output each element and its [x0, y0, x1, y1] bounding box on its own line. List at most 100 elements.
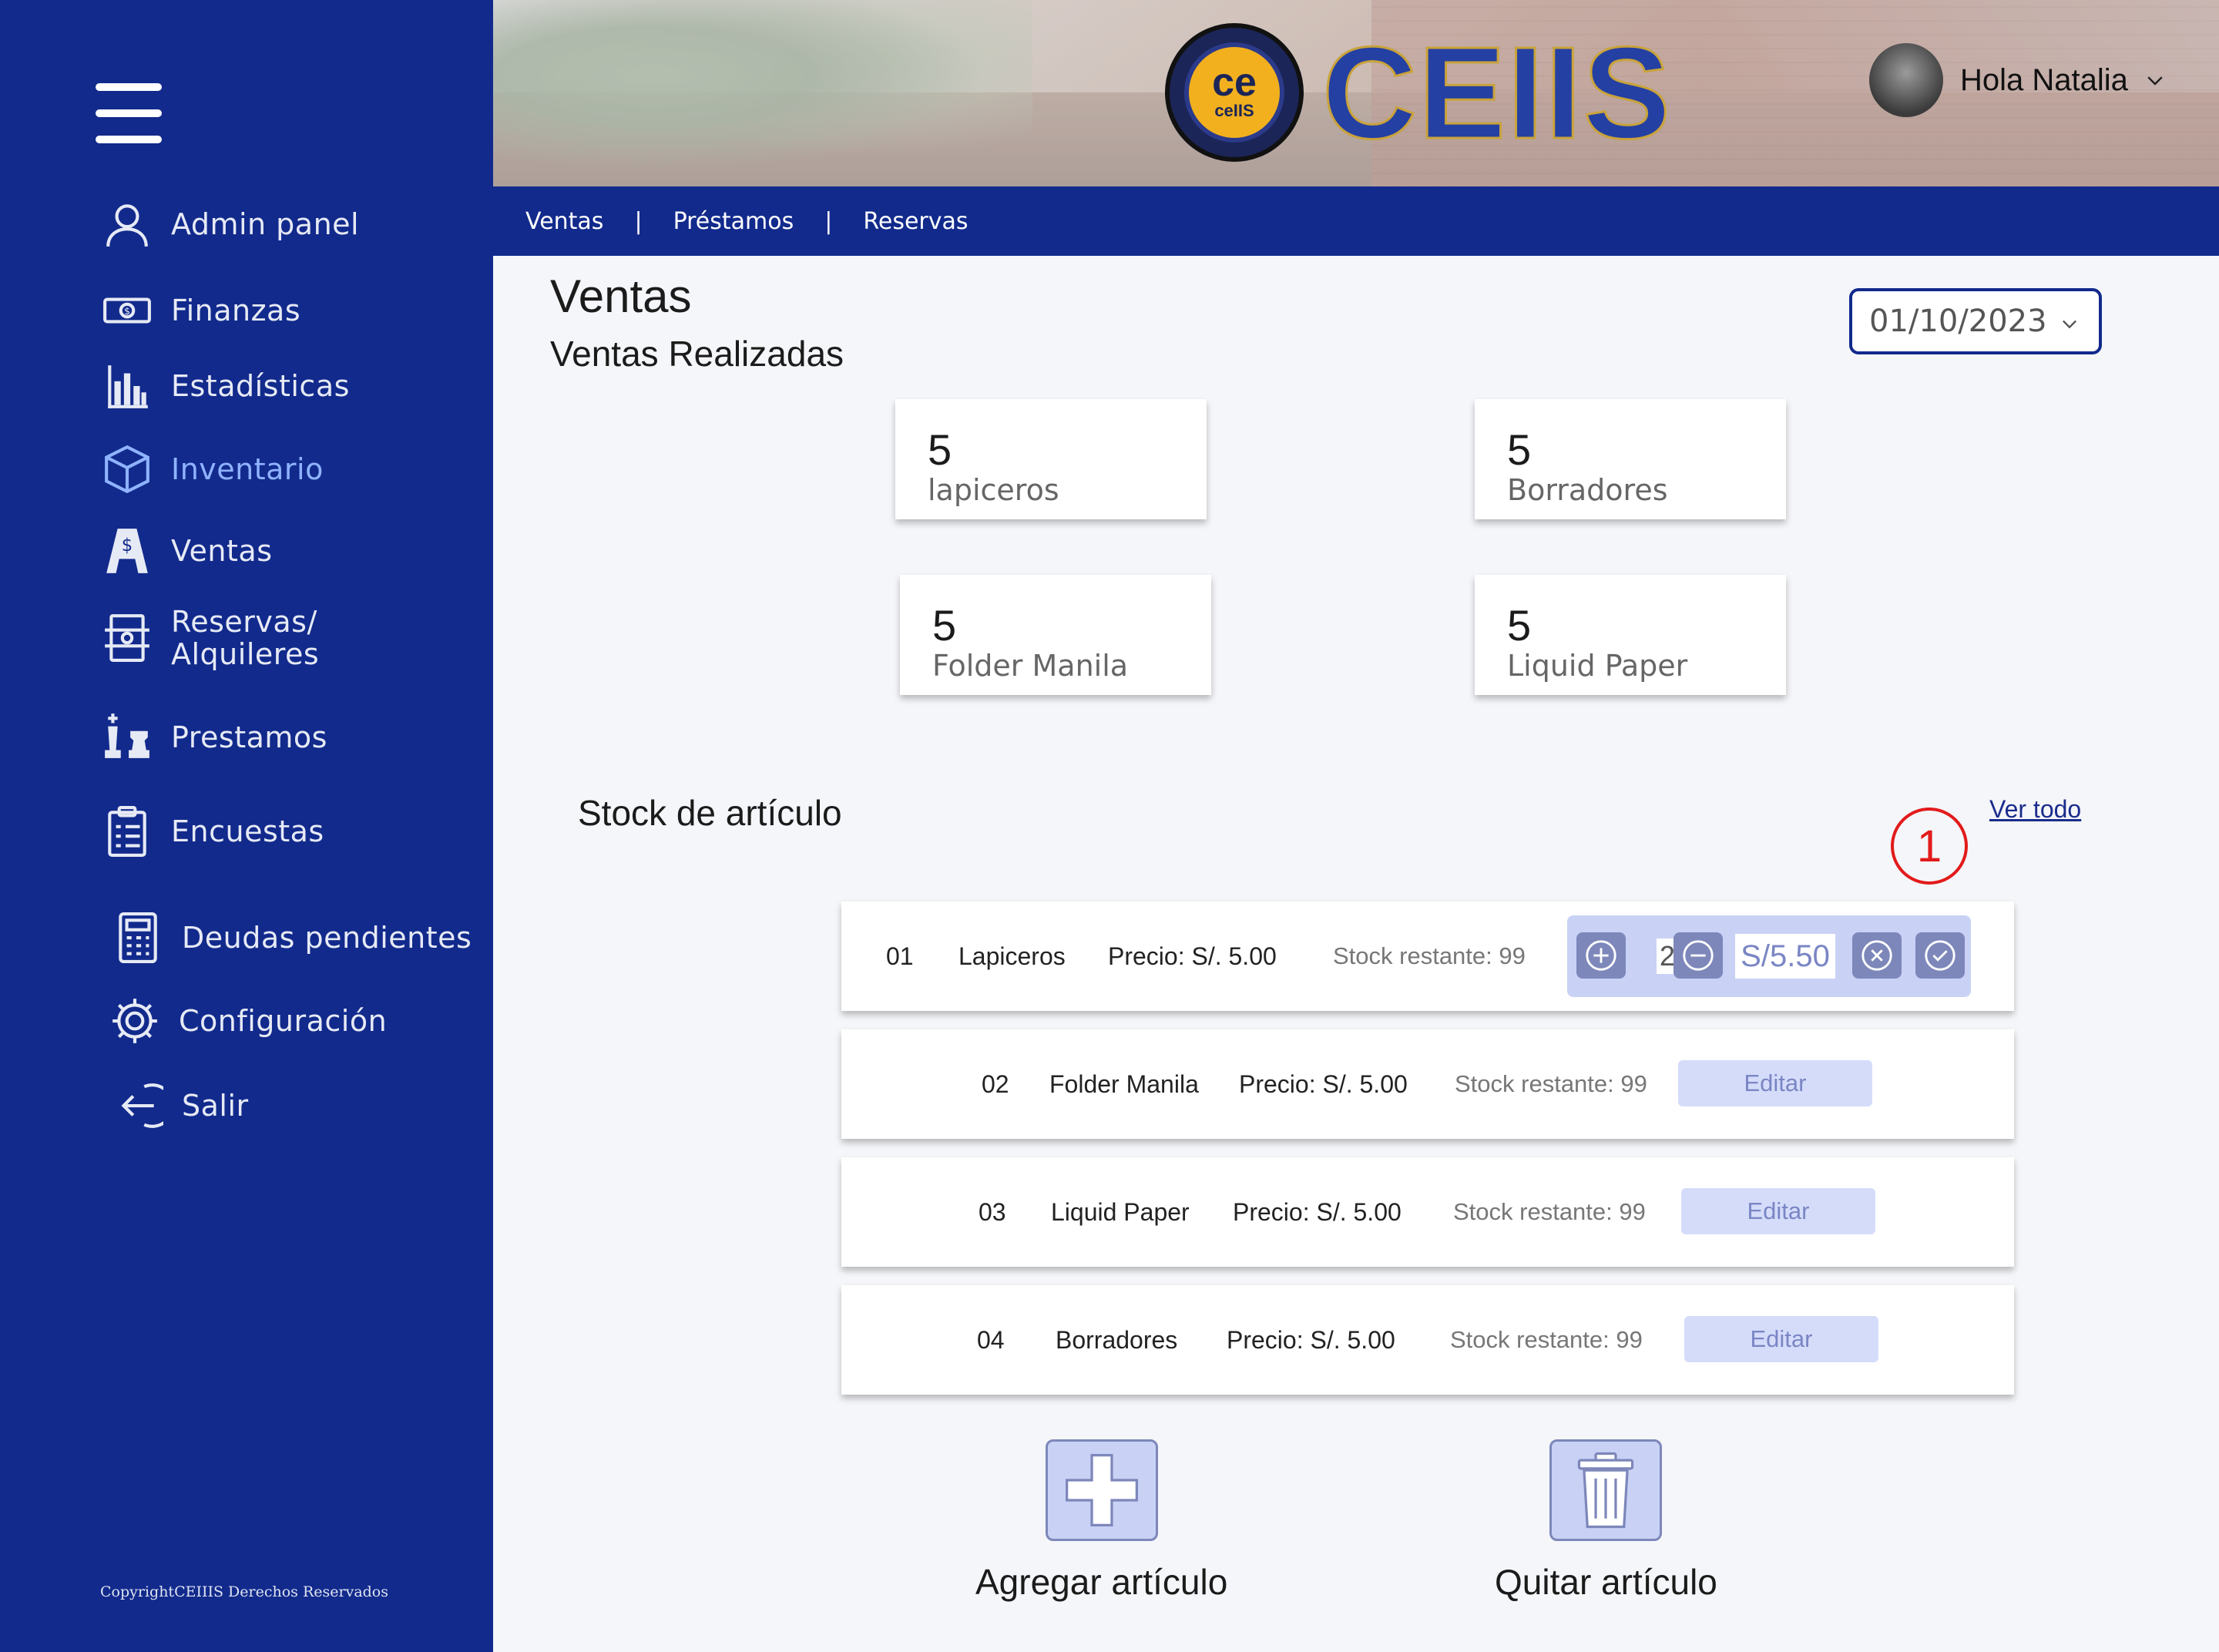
summary-card: 5 lapiceros: [895, 399, 1207, 519]
summary-count: 5: [932, 601, 957, 650]
user-icon: [100, 197, 154, 251]
item-stock: Stock restante: 99: [1450, 1326, 1643, 1353]
sidebar: Admin panel $ Finanzas Estadísticas Inve…: [0, 0, 493, 1652]
foosball-icon: [100, 611, 154, 665]
date-selector[interactable]: 01/10/2023: [1849, 288, 2102, 354]
item-stock: Stock restante: 99: [1453, 1198, 1646, 1225]
chess-icon: [100, 710, 154, 764]
check-circle-icon: [1925, 940, 1955, 971]
subnav-reservas[interactable]: Reservas: [863, 208, 968, 235]
money-icon: $: [100, 284, 154, 337]
edit-button[interactable]: Editar: [1684, 1316, 1878, 1362]
summary-label: Folder Manila: [932, 649, 1129, 683]
sidebar-item-label: Configuración: [179, 1004, 388, 1038]
logout-icon: [111, 1079, 165, 1133]
stock-section-title: Stock de artículo: [578, 793, 842, 833]
item-id: 04: [977, 1325, 1005, 1354]
trash-icon: [1578, 1452, 1634, 1529]
item-name: Lapiceros: [958, 942, 1066, 970]
ceiis-logo: ce ceIIS: [1165, 23, 1304, 162]
page-subtitle: Ventas Realizadas: [550, 334, 844, 374]
sidebar-item-prestamos[interactable]: Prestamos: [100, 710, 327, 764]
quantity-editor: 2 S/5.50: [1567, 915, 1971, 997]
ver-todo-link[interactable]: Ver todo: [1989, 795, 2081, 824]
calculator-icon: [111, 911, 165, 965]
sidebar-item-admin-panel[interactable]: Admin panel: [100, 197, 359, 251]
table-row: 02 Folder Manila Precio: S/. 5.00 Stock …: [841, 1029, 2014, 1139]
item-price: Precio: S/. 5.00: [1108, 942, 1277, 970]
remove-article-label: Quitar artículo: [1495, 1562, 1717, 1602]
item-stock: Stock restante: 99: [1333, 942, 1526, 969]
item-name: Borradores: [1056, 1325, 1178, 1354]
user-greeting: Hola Natalia: [1960, 62, 2128, 97]
sales-icon: $: [100, 524, 154, 578]
sidebar-item-configuracion[interactable]: Configuración: [108, 994, 387, 1048]
cancel-button[interactable]: [1852, 932, 1902, 979]
edit-button[interactable]: Editar: [1681, 1188, 1875, 1234]
annotation-marker: 1: [1891, 808, 1968, 885]
summary-label: lapiceros: [928, 473, 1059, 507]
item-name: Folder Manila: [1049, 1069, 1199, 1098]
sidebar-item-estadisticas[interactable]: Estadísticas: [100, 359, 350, 413]
summary-label: Borradores: [1507, 473, 1668, 507]
sidebar-item-deudas[interactable]: Deudas pendientes: [111, 911, 472, 965]
summary-count: 5: [1507, 601, 1532, 650]
hamburger-menu-icon[interactable]: [96, 83, 162, 143]
sidebar-item-label: Salir: [182, 1089, 249, 1123]
gear-icon: [108, 994, 162, 1048]
chevron-down-icon: [2063, 320, 2076, 329]
sidebar-item-label: Admin panel: [171, 207, 360, 241]
decrease-button[interactable]: [1673, 932, 1723, 979]
item-price: Precio: S/. 5.00: [1233, 1197, 1402, 1226]
table-row: 01 Lapiceros Precio: S/. 5.00 Stock rest…: [841, 902, 2014, 1011]
sidebar-item-label-line2: Alquileres: [171, 637, 320, 671]
table-row: 04 Borradores Precio: S/. 5.00 Stock res…: [841, 1285, 2014, 1395]
add-article-label: Agregar artículo: [975, 1562, 1228, 1602]
sidebar-item-salir[interactable]: Salir: [111, 1079, 249, 1133]
sidebar-item-reservas[interactable]: Reservas/ Alquileres: [100, 606, 319, 670]
sub-navigation: Ventas | Préstamos | Reservas: [493, 186, 2219, 256]
page-title: Ventas: [550, 270, 692, 322]
sidebar-item-label: Finanzas: [171, 294, 301, 327]
item-name: Liquid Paper: [1051, 1197, 1190, 1226]
sidebar-item-finanzas[interactable]: $ Finanzas: [100, 284, 300, 337]
svg-text:$: $: [124, 306, 130, 317]
sidebar-item-label-group: Reservas/ Alquileres: [171, 606, 319, 670]
sidebar-item-label: Inventario: [171, 452, 324, 486]
avatar: [1869, 43, 1943, 117]
edit-button[interactable]: Editar: [1678, 1060, 1872, 1106]
sidebar-item-encuestas[interactable]: Encuestas: [100, 804, 324, 858]
brand-title: CEIIS: [1321, 20, 1673, 166]
total-price-field[interactable]: S/5.50: [1735, 934, 1835, 979]
summary-count: 5: [928, 425, 952, 474]
subnav-ventas[interactable]: Ventas: [525, 208, 603, 235]
sidebar-item-label: Estadísticas: [171, 369, 350, 403]
user-menu[interactable]: Hola Natalia: [1869, 43, 2167, 117]
date-value: 01/10/2023: [1869, 304, 2047, 339]
bar-chart-icon: [100, 359, 154, 413]
remove-article-box[interactable]: [1549, 1439, 1663, 1541]
sidebar-item-label: Prestamos: [171, 720, 327, 754]
add-article-button[interactable]: Agregar artículo: [975, 1439, 1227, 1603]
logo-mark-text: ce: [1212, 60, 1257, 105]
close-circle-icon: [1861, 940, 1892, 971]
subnav-prestamos[interactable]: Préstamos: [673, 208, 794, 235]
summary-card: 5 Liquid Paper: [1475, 575, 1786, 695]
increase-button[interactable]: [1576, 932, 1626, 979]
sidebar-item-ventas[interactable]: $ Ventas: [100, 524, 273, 578]
summary-count: 5: [1507, 425, 1532, 474]
sidebar-item-inventario[interactable]: Inventario: [100, 442, 324, 496]
logo-sub-text: ceIIS: [1214, 101, 1254, 120]
plus-circle-icon: [1586, 940, 1616, 971]
box-icon: [100, 442, 154, 496]
sidebar-item-label: Encuestas: [171, 814, 324, 848]
confirm-button[interactable]: [1915, 932, 1965, 979]
add-article-box[interactable]: [1045, 1439, 1158, 1541]
plus-icon: [1065, 1454, 1138, 1526]
summary-card: 5 Borradores: [1475, 399, 1786, 519]
subnav-separator: |: [634, 207, 643, 235]
remove-article-button[interactable]: Quitar artículo: [1495, 1439, 1717, 1603]
copyright-text: CopyrightCEIIIS Derechos Reservados: [100, 1583, 388, 1600]
item-id: 03: [979, 1197, 1006, 1226]
item-price: Precio: S/. 5.00: [1227, 1325, 1395, 1354]
